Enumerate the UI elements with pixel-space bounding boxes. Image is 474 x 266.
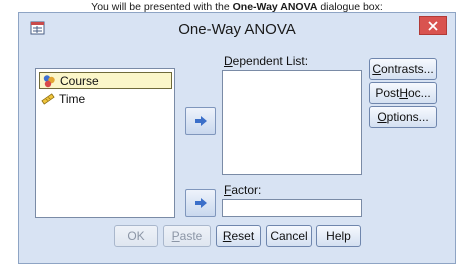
options-button[interactable]: Options... — [369, 106, 437, 128]
label-part: actor: — [231, 183, 262, 197]
mnemonic-letter: D — [224, 54, 233, 68]
arrow-right-icon — [194, 116, 207, 126]
button-text: Cancel — [270, 229, 308, 243]
cancel-button[interactable]: Cancel — [266, 225, 312, 247]
post-hoc-button[interactable]: Post Hoc... — [369, 82, 437, 104]
close-button[interactable] — [419, 16, 447, 35]
mnemonic-letter: H — [399, 86, 408, 100]
button-text: Help — [326, 229, 351, 243]
dependent-list-box[interactable] — [222, 70, 362, 175]
button-text: aste — [179, 229, 203, 243]
factor-label: Factor: — [224, 183, 261, 197]
reset-button[interactable]: Reset — [216, 225, 261, 247]
close-icon — [428, 20, 438, 31]
mnemonic-letter: C — [372, 62, 381, 76]
button-text: ptions... — [386, 110, 429, 124]
variable-label-time: Time — [59, 91, 86, 106]
factor-field[interactable] — [222, 199, 362, 217]
dependent-list-label: Dependent List: — [224, 54, 308, 68]
contrasts-button[interactable]: Contrasts... — [369, 58, 437, 80]
variable-label-course: Course — [60, 73, 99, 88]
dialog-title: One-Way ANOVA — [178, 21, 296, 38]
scale-variable-icon — [41, 92, 55, 105]
move-to-dependent-button[interactable] — [185, 107, 216, 135]
mnemonic-letter: O — [377, 110, 387, 124]
button-text: oc... — [408, 86, 431, 100]
source-variable-list[interactable]: Course Time — [35, 68, 175, 218]
arrow-right-icon — [194, 198, 207, 208]
button-text: eset — [231, 229, 255, 243]
variable-item-time[interactable]: Time — [39, 90, 89, 107]
move-to-factor-button[interactable] — [185, 189, 216, 217]
help-button[interactable]: Help — [316, 225, 361, 247]
one-way-anova-dialog: One-Way ANOVA Course Time Dependent List… — [18, 12, 456, 264]
button-text: ontrasts... — [380, 62, 434, 76]
paste-button[interactable]: Paste — [163, 225, 211, 247]
label-part: ependent List: — [232, 54, 309, 68]
mnemonic-letter: P — [171, 229, 180, 243]
mnemonic-letter: R — [222, 229, 232, 243]
variable-item-course[interactable]: Course — [39, 72, 172, 89]
nominal-variable-icon — [43, 74, 55, 87]
title-bar[interactable]: One-Way ANOVA — [19, 13, 455, 45]
button-text: Post — [375, 86, 400, 100]
button-text: OK — [127, 229, 145, 243]
ok-button[interactable]: OK — [114, 225, 158, 247]
